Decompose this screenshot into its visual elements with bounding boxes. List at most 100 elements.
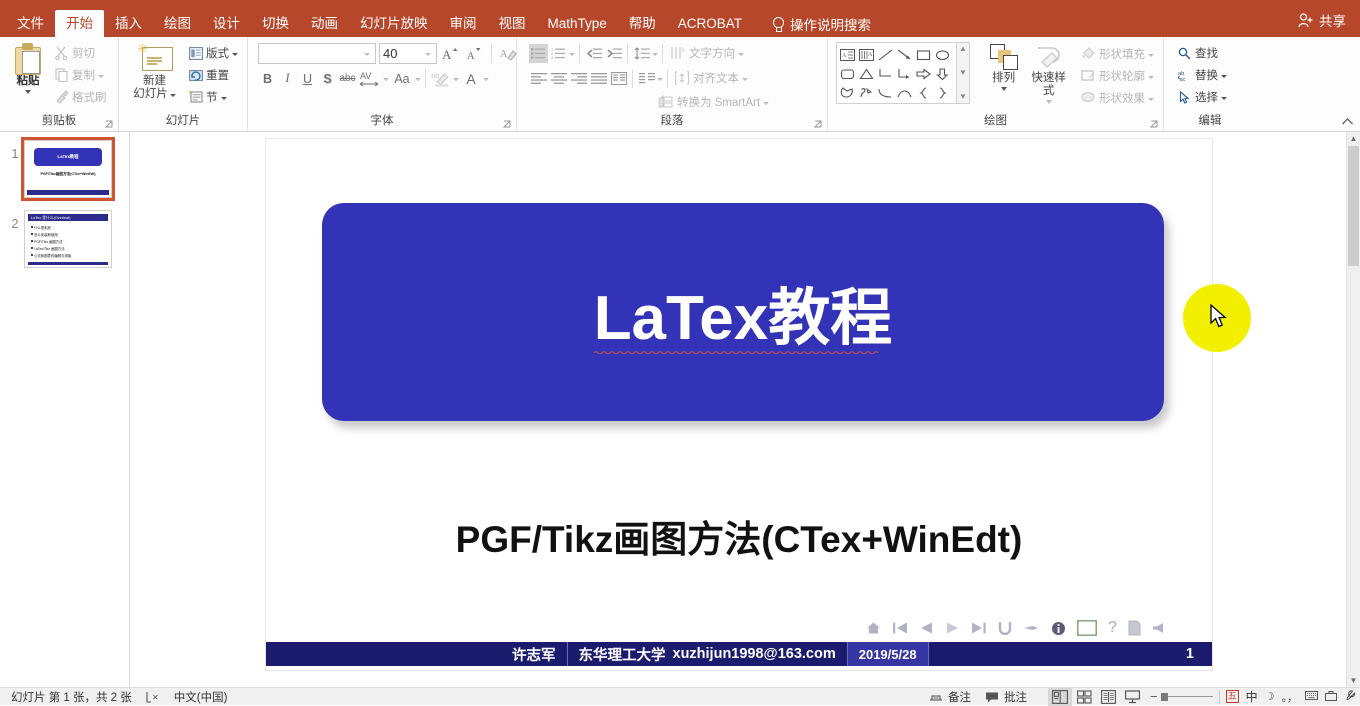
notes-button[interactable]: 备注 — [922, 688, 978, 706]
columns-button[interactable] — [637, 69, 656, 88]
justify-button[interactable] — [589, 69, 608, 88]
font-color-button[interactable]: A — [460, 69, 482, 88]
paste-button[interactable]: 粘贴 — [6, 41, 50, 94]
underline-button[interactable]: U — [298, 69, 317, 88]
section-dropdown-caret[interactable] — [220, 96, 227, 100]
arrange-caret[interactable] — [1000, 87, 1007, 91]
tab-acrobat[interactable]: ACROBAT — [667, 11, 753, 37]
decrease-indent-button[interactable] — [584, 44, 603, 63]
align-center-button[interactable] — [549, 69, 568, 88]
font-size-combobox[interactable]: 40 — [379, 43, 437, 64]
replace-button[interactable]: ab ac 替换 — [1174, 65, 1230, 85]
slide-editing-area[interactable]: LaTex教程 PGF/Tikz画图方法(CTex+WinEdt) ? 许志军 … — [130, 132, 1360, 687]
tab-mathtype[interactable]: MathType — [537, 11, 618, 37]
increase-font-size-button[interactable]: A — [440, 43, 461, 64]
thumbnail-2[interactable]: LaTex 是什么(Overleaf) 什么是乳胶 怎么安装和使用 PGF/Ti… — [24, 210, 112, 268]
scrollbar-thumb[interactable] — [1348, 146, 1359, 266]
reset-button[interactable]: 重置 — [186, 65, 241, 85]
drawing-dialog-launcher[interactable] — [1150, 120, 1159, 129]
shapes-scroll-down[interactable]: ▼ — [959, 68, 967, 78]
text-shadow-button[interactable]: S — [318, 69, 337, 88]
shape-rounded-rect-icon[interactable] — [838, 64, 857, 83]
shape-left-brace-icon[interactable] — [914, 83, 933, 102]
select-button[interactable]: 选择 — [1174, 87, 1230, 107]
shapes-grid[interactable]: A A — [836, 42, 957, 104]
zoom-track[interactable] — [1160, 692, 1213, 701]
sound-icon[interactable] — [1152, 621, 1166, 635]
font-color-caret[interactable] — [483, 78, 489, 81]
arrange-button[interactable]: 排列 — [986, 42, 1021, 91]
font-name-combobox[interactable] — [258, 43, 376, 64]
tell-me-search[interactable]: 操作说明搜索 — [771, 11, 871, 37]
home-icon[interactable] — [866, 621, 881, 635]
font-dialog-launcher[interactable] — [503, 120, 512, 129]
shape-elbow-arrow-icon[interactable] — [895, 64, 914, 83]
bold-button[interactable]: B — [258, 69, 277, 88]
zoom-slider[interactable]: − — [1150, 689, 1213, 704]
shape-freeform-icon[interactable] — [838, 83, 857, 102]
thumbnail-row-2[interactable]: 2 LaTex 是什么(Overleaf) 什么是乳胶 怎么安装和使用 PGF/… — [0, 210, 129, 268]
scroll-up-arrow[interactable]: ▲ — [1347, 132, 1360, 145]
current-slide[interactable]: LaTex教程 PGF/Tikz画图方法(CTex+WinEdt) ? 许志军 … — [265, 138, 1213, 671]
shape-ellipse-icon[interactable] — [933, 45, 952, 64]
shape-vertical-textbox-icon[interactable]: A — [857, 45, 876, 64]
zoom-out-button[interactable]: − — [1150, 689, 1158, 704]
view-reading-button[interactable] — [1096, 688, 1120, 706]
tab-draw[interactable]: 绘图 — [153, 11, 202, 37]
paste-dropdown-caret[interactable] — [25, 90, 31, 94]
replace-caret[interactable] — [1221, 74, 1227, 78]
shape-rectangle-icon[interactable] — [914, 45, 933, 64]
play-icon[interactable] — [945, 621, 960, 635]
shapes-scroll-up[interactable]: ▲ — [959, 44, 967, 54]
font-name-caret[interactable] — [364, 53, 370, 56]
tab-home[interactable]: 开始 — [55, 10, 104, 37]
ime-settings-icon[interactable] — [1344, 689, 1356, 704]
frame-icon[interactable] — [1077, 620, 1097, 636]
distribute-columns-button[interactable] — [609, 69, 628, 88]
change-case-button[interactable]: Aa — [390, 69, 414, 88]
tab-slideshow[interactable]: 幻灯片放映 — [349, 11, 439, 37]
zoom-handle[interactable] — [1160, 692, 1168, 701]
slide-subtitle-text[interactable]: PGF/Tikz画图方法(CTex+WinEdt) — [266, 509, 1212, 563]
line-spacing-button[interactable] — [632, 44, 651, 63]
ime-moon-icon[interactable]: ☽ — [1265, 690, 1275, 703]
info-icon[interactable] — [1051, 621, 1066, 636]
clear-formatting-button[interactable]: A — [498, 43, 519, 64]
shape-curve-icon[interactable] — [876, 83, 895, 102]
shape-arrow-icon[interactable] — [895, 45, 914, 64]
next-slide-icon[interactable] — [971, 621, 987, 635]
select-caret[interactable] — [1221, 96, 1227, 100]
shapes-scroll-buttons[interactable]: ▲ ▼ ▼ — [957, 42, 970, 104]
character-spacing-caret[interactable] — [383, 78, 389, 81]
thumbnail-row-1[interactable]: 1 LaTex教程 PGF/Tikz画图方法(CTex+WinEdt) — [0, 137, 129, 201]
shape-scribble-icon[interactable] — [857, 83, 876, 102]
character-spacing-button[interactable]: AV — [358, 69, 382, 88]
shape-line-icon[interactable] — [876, 45, 895, 64]
help-icon[interactable]: ? — [1108, 619, 1117, 637]
spellcheck-status[interactable]: ✕ — [139, 688, 167, 706]
change-case-caret[interactable] — [415, 78, 421, 81]
italic-button[interactable]: I — [278, 69, 297, 88]
collapse-ribbon-button[interactable] — [1341, 117, 1354, 129]
shapes-more[interactable]: ▼ — [959, 92, 967, 102]
tab-help[interactable]: 帮助 — [618, 11, 667, 37]
shape-triangle-icon[interactable] — [857, 64, 876, 83]
scroll-down-arrow[interactable]: ▼ — [1347, 674, 1360, 687]
tab-design[interactable]: 设计 — [202, 11, 251, 37]
numbering-caret[interactable] — [569, 52, 575, 56]
tab-file[interactable]: 文件 — [6, 11, 55, 37]
slide-thumbnail-pane[interactable]: 1 LaTex教程 PGF/Tikz画图方法(CTex+WinEdt) 2 La… — [0, 132, 130, 687]
language-status[interactable]: 中文(中国) — [167, 688, 235, 706]
shape-arc-icon[interactable] — [895, 83, 914, 102]
shape-elbow-connector-icon[interactable] — [876, 64, 895, 83]
slide-vertical-scrollbar[interactable]: ▲ ▼ — [1346, 132, 1360, 687]
font-size-caret[interactable] — [425, 53, 431, 56]
align-right-button[interactable] — [569, 69, 588, 88]
section-button[interactable]: 节 — [186, 87, 241, 107]
line-spacing-caret[interactable] — [652, 52, 658, 56]
ime-keyboard-icon[interactable] — [1305, 690, 1318, 703]
view-slideshow-button[interactable] — [1120, 688, 1144, 706]
shape-down-arrow-icon[interactable] — [933, 64, 952, 83]
decrease-font-size-button[interactable]: A — [464, 43, 485, 64]
share-button[interactable]: 共享 — [1298, 10, 1346, 30]
